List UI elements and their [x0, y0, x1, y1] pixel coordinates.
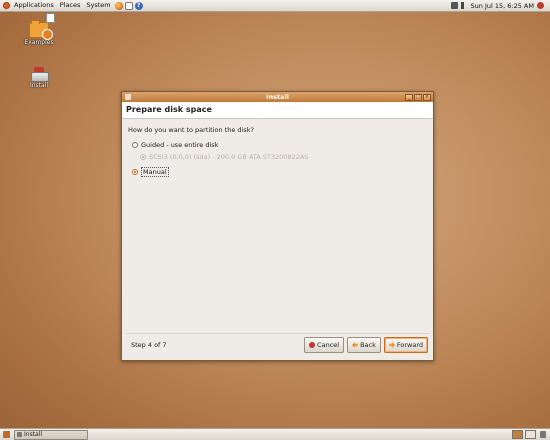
- volume-icon[interactable]: [460, 2, 468, 9]
- option-manual-label: Manual: [141, 167, 169, 177]
- workspace-1[interactable]: [512, 430, 523, 439]
- window-titlebar[interactable]: Install _ □ ×: [122, 92, 433, 102]
- installer-small-icon: [17, 432, 22, 437]
- taskbar-item-label: Install: [24, 431, 43, 438]
- step-indicator: Step 4 of 7: [131, 341, 167, 349]
- menu-applications[interactable]: Applications: [11, 0, 57, 11]
- folder-icon: [29, 13, 55, 40]
- mail-icon[interactable]: [124, 1, 133, 10]
- desktop-icon-label: Install: [29, 82, 49, 89]
- radio-disk: [140, 154, 146, 160]
- radio-manual[interactable]: [132, 169, 138, 175]
- main-menu: Applications Places System ?: [0, 0, 144, 11]
- bottom-panel: Install: [0, 428, 550, 440]
- radio-guided[interactable]: [132, 142, 138, 148]
- desktop-icon-label: Examples: [24, 39, 54, 46]
- lock-emblem-icon: [42, 29, 53, 40]
- installer-icon: [30, 67, 49, 82]
- help-icon[interactable]: ?: [134, 1, 143, 10]
- trash-icon[interactable]: [540, 431, 546, 438]
- show-desktop-icon[interactable]: [3, 431, 10, 438]
- option-manual[interactable]: Manual: [132, 167, 429, 177]
- back-arrow-icon: [352, 342, 359, 348]
- forward-label: Forward: [396, 341, 423, 349]
- taskbar-item-install[interactable]: Install: [14, 429, 88, 440]
- option-disk: SCSI3 (0,0,0) (sda) - 200.0 GB ATA ST320…: [140, 153, 429, 161]
- menu-system[interactable]: System: [83, 0, 113, 11]
- system-tray: Sun Jul 15, 6:25 AM: [450, 2, 550, 10]
- page-title: Prepare disk space: [122, 102, 433, 119]
- workspace-2[interactable]: [525, 430, 536, 439]
- window-title: Install: [266, 93, 289, 101]
- menu-places[interactable]: Places: [57, 0, 84, 11]
- cancel-icon: [309, 342, 316, 348]
- clock[interactable]: Sun Jul 15, 6:25 AM: [471, 2, 534, 10]
- window-content: How do you want to partition the disk? G…: [122, 119, 433, 186]
- forward-arrow-icon: [388, 342, 395, 348]
- top-panel: Applications Places System ? Sun Jul 15,…: [0, 0, 550, 12]
- desktop-icon-examples[interactable]: Examples: [21, 13, 57, 46]
- workspace-switcher: [512, 430, 536, 439]
- document-emblem-icon: [46, 13, 55, 23]
- install-window: Install _ □ × Prepare disk space How do …: [121, 91, 434, 361]
- network-icon[interactable]: [450, 2, 458, 9]
- power-icon[interactable]: [537, 2, 544, 9]
- cancel-button[interactable]: Cancel: [304, 337, 345, 353]
- forward-button[interactable]: Forward: [383, 337, 428, 353]
- option-disk-label: SCSI3 (0,0,0) (sda) - 200.0 GB ATA ST320…: [149, 153, 309, 161]
- ubuntu-logo-icon[interactable]: [3, 2, 10, 9]
- back-label: Back: [360, 341, 376, 349]
- back-button[interactable]: Back: [347, 337, 381, 353]
- option-guided-label: Guided - use entire disk: [141, 141, 219, 149]
- window-footer: Step 4 of 7 Cancel Back Forward: [126, 333, 429, 356]
- option-guided[interactable]: Guided - use entire disk: [132, 141, 429, 149]
- cancel-label: Cancel: [317, 341, 340, 349]
- nav-buttons: Cancel Back Forward: [304, 337, 428, 353]
- partition-question: How do you want to partition the disk?: [128, 126, 254, 134]
- firefox-icon[interactable]: [114, 1, 123, 10]
- desktop-icon-install[interactable]: Install: [21, 67, 57, 89]
